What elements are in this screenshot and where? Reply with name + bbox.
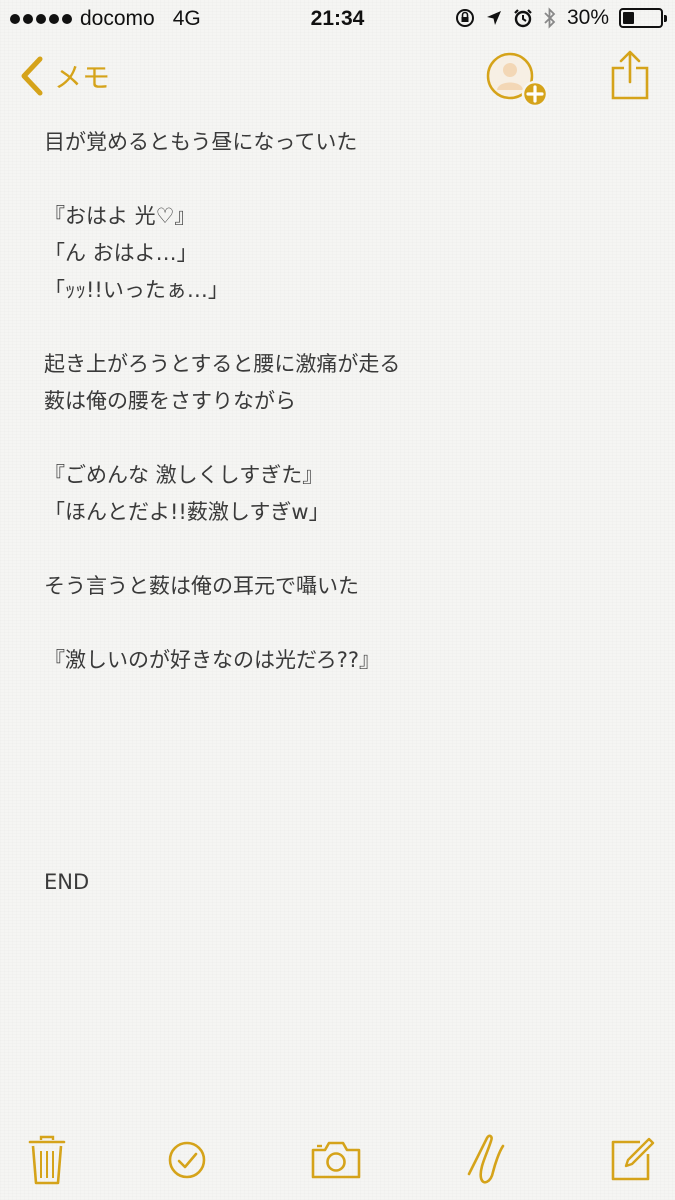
back-button-label: メモ [54,61,111,94]
note-line: 薮は俺の腰をさすりながら [44,389,296,413]
note-line [44,716,644,753]
note-line: 起き上がろうとすると腰に激痛が走る [44,352,401,376]
orientation-lock-icon [455,9,474,27]
location-arrow-icon [486,11,501,25]
note-line: 『ごめんな 激しくしすぎた』 [44,463,324,487]
note-line [44,679,644,716]
note-line: 『激しいのが好きなのは光だろ??』 [44,648,381,672]
note-line: 「ほんとだよ!!薮激しすぎw」 [44,500,330,524]
note-line [44,790,644,827]
note-body[interactable]: 目が覚めるともう昼になっていた 『おはよ 光♡』 「ん おはよ…」「ｯｯ!!いったぁ… [44,124,644,901]
note-line: 『おはよ 光♡』 [44,204,196,228]
note-line: 目が覚めるともう昼になっていた [44,130,358,154]
status-right: 30% [455,6,667,30]
note-line: END [44,870,90,894]
note-line [44,827,644,864]
note-line [44,161,644,198]
trash-icon[interactable] [28,1134,66,1186]
alarm-icon [514,9,532,28]
chevron-left-icon [21,56,43,96]
note-line [44,531,644,568]
note-line: そう言うと薮は俺の耳元で囁いた [44,574,359,598]
note-line [44,309,644,346]
note-line [44,420,644,457]
bluetooth-icon [544,7,556,29]
sketch-icon[interactable] [465,1132,515,1188]
camera-icon[interactable] [310,1140,362,1180]
checklist-icon[interactable] [167,1140,207,1180]
battery-icon [619,8,667,28]
battery-percent: 30% [566,6,609,29]
share-icon[interactable] [610,48,650,100]
note-line: 「ん おはよ…」 [44,241,198,265]
status-bar: docomo 4G 21:34 30% [0,0,675,40]
note-line: 「ｯｯ!!いったぁ…」 [44,278,229,302]
note-line [44,753,644,790]
back-button[interactable]: メモ [18,56,110,96]
bottom-toolbar [0,1130,675,1200]
battery-level [623,12,634,24]
note-line [44,605,644,642]
compose-icon[interactable] [610,1134,656,1182]
navigation-bar: メモ [0,40,675,112]
person-add-icon[interactable] [486,50,552,110]
